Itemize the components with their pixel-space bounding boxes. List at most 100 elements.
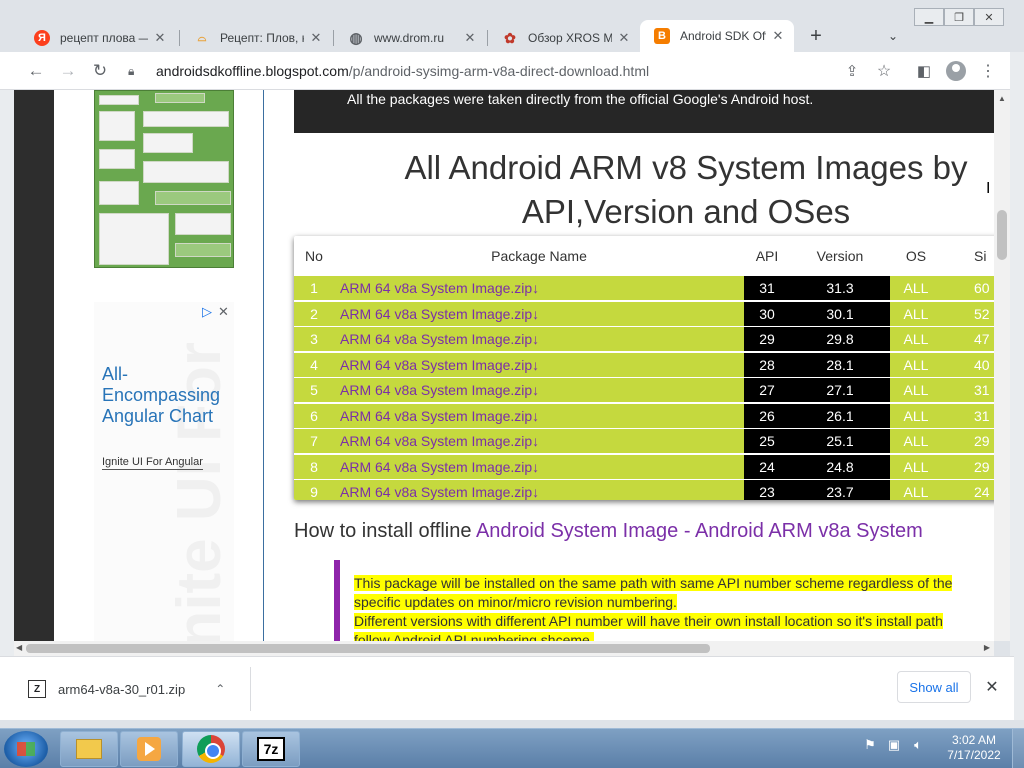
note-line: follow Android API numbering shceme. (354, 632, 594, 641)
scroll-left-icon[interactable]: ◀ (16, 643, 22, 652)
back-icon[interactable]: ← (24, 59, 48, 83)
taskbar-media-player[interactable] (120, 731, 178, 767)
reload-icon[interactable]: ↻ (88, 59, 112, 83)
action-center-icon[interactable]: ⚑ (862, 737, 878, 753)
scroll-right-icon[interactable]: ▶ (984, 643, 990, 652)
row-version: 31.3 (790, 276, 890, 300)
row-os: ALL (903, 305, 929, 322)
row-number: 3 (310, 331, 318, 347)
tab-title: Рецепт: Плов, ко (220, 31, 304, 45)
share-icon[interactable]: ⇪ (840, 59, 864, 83)
clock[interactable]: 3:02 AM 7/17/2022 (944, 733, 1004, 763)
chevron-up-icon[interactable]: ⌃ (215, 682, 225, 696)
show-desktop-button[interactable] (1012, 729, 1024, 768)
horizontal-scroll-thumb[interactable] (26, 644, 710, 653)
row-api: 23 (744, 480, 790, 500)
taskbar-7zip[interactable]: 7z (242, 731, 300, 767)
vertical-scrollbar[interactable]: ▲ (994, 90, 1010, 641)
row-size: 31 (974, 382, 990, 398)
tab-drom[interactable]: ◍ www.drom.ru ✕ (334, 24, 486, 52)
row-size: 29 (974, 433, 990, 449)
howto-link[interactable]: Android System Image - Android ARM v8a S… (476, 520, 923, 542)
bookmark-star-icon[interactable]: ☆ (872, 59, 896, 83)
tab-title: Android SDK Off (680, 29, 766, 43)
row-os: ALL (903, 280, 929, 296)
package-download-link[interactable]: ARM 64 v8a System Image.zip↓ (334, 352, 744, 377)
note-line: Different versions with different API nu… (354, 613, 943, 629)
package-download-link[interactable]: ARM 64 v8a System Image.zip↓ (334, 327, 744, 351)
tab-yandex[interactable]: Я рецепт плова — ✕ (20, 24, 176, 52)
close-tab-icon[interactable]: ✕ (308, 30, 324, 46)
infographic-thumbnail[interactable] (94, 90, 234, 268)
tab-xros[interactable]: ✿ Обзор XROS MI ✕ (488, 24, 640, 52)
close-shelf-icon[interactable]: ✕ (982, 677, 1002, 697)
row-number: 7 (310, 433, 318, 449)
ad-title[interactable]: All-Encompassing Angular Chart (102, 364, 232, 427)
row-number: 6 (310, 407, 318, 424)
row-os: ALL (903, 356, 929, 373)
ad-link[interactable]: Ignite UI For Angular (102, 456, 203, 470)
table-row: 7 ARM 64 v8a System Image.zip↓ 25 25.1 ALL 29 (294, 429, 994, 453)
side-panel-icon[interactable]: ◧ (912, 59, 936, 83)
notice-banner: All the packages were taken directly fro… (294, 90, 994, 133)
horizontal-scrollbar[interactable]: ◀ ▶ (14, 641, 994, 656)
start-button[interactable] (4, 731, 48, 767)
address-bar[interactable]: 🔒︎ androidsdkoffline.blogspot.com/p/andr… (120, 56, 908, 86)
row-os: ALL (903, 484, 929, 500)
row-api: 29 (744, 327, 790, 351)
header-no: No (305, 248, 323, 264)
package-download-link[interactable]: ARM 64 v8a System Image.zip↓ (334, 301, 744, 326)
row-size: 31 (974, 407, 990, 424)
package-download-link[interactable]: ARM 64 v8a System Image.zip↓ (334, 480, 744, 500)
notice-text: All the packages were taken directly fro… (347, 91, 814, 107)
vertical-scroll-thumb[interactable] (997, 210, 1007, 260)
tab-recipe[interactable]: ⌓ Рецепт: Плов, ко ✕ (180, 24, 332, 52)
menu-icon[interactable]: ⋮ (976, 59, 1000, 83)
taskbar-explorer[interactable] (60, 731, 118, 767)
lock-icon[interactable]: 🔒︎ (128, 64, 144, 79)
volume-icon[interactable]: 🔈︎ (910, 737, 926, 753)
row-api: 24 (744, 454, 790, 479)
row-size: 47 (974, 331, 990, 347)
close-tab-icon[interactable]: ✕ (770, 28, 786, 44)
tab-title: Обзор XROS MI (528, 31, 612, 45)
close-tab-icon[interactable]: ✕ (616, 30, 632, 46)
download-filename[interactable]: arm64-v8a-30_r01.zip (58, 682, 185, 697)
forward-icon[interactable]: → (56, 59, 80, 83)
package-download-link[interactable]: ARM 64 v8a System Image.zip↓ (334, 276, 744, 300)
profile-avatar[interactable] (946, 61, 966, 81)
package-download-link[interactable]: ARM 64 v8a System Image.zip↓ (334, 403, 744, 428)
row-number: 8 (310, 458, 318, 475)
restore-window-button[interactable]: ❐ (944, 8, 974, 26)
xros-icon: ✿ (504, 29, 516, 46)
package-download-link[interactable]: ARM 64 v8a System Image.zip↓ (334, 429, 744, 453)
table-row: 4 ARM 64 v8a System Image.zip↓ 28 28.1 ALL 40 (294, 352, 994, 377)
ad-choices-icon[interactable]: ▷ ✕ (202, 304, 229, 320)
browser-toolbar: ← → ↻ 🔒︎ androidsdkoffline.blogspot.com/… (0, 52, 1014, 90)
show-all-button[interactable]: Show all (897, 671, 971, 703)
package-download-link[interactable]: ARM 64 v8a System Image.zip↓ (334, 454, 744, 479)
minimize-window-button[interactable]: ▁ (914, 8, 944, 26)
new-tab-button[interactable]: + (804, 24, 828, 48)
taskbar-chrome[interactable] (182, 731, 240, 767)
download-item[interactable]: Z arm64-v8a-30_r01.zip ⌃ (28, 669, 250, 709)
row-size: 24 (974, 484, 990, 500)
tab-android-sdk[interactable]: B Android SDK Off ✕ (640, 20, 794, 52)
row-number: 9 (310, 484, 318, 500)
row-api: 28 (744, 352, 790, 377)
close-ad-icon[interactable]: ✕ (218, 304, 229, 319)
clock-date: 7/17/2022 (947, 748, 1001, 762)
row-number: 4 (310, 356, 318, 373)
close-window-button[interactable]: ✕ (974, 8, 1004, 26)
scroll-up-icon[interactable]: ▲ (998, 94, 1006, 103)
close-tab-icon[interactable]: ✕ (152, 30, 168, 46)
url-text[interactable]: androidsdkoffline.blogspot.com/p/android… (156, 63, 649, 79)
tab-search-icon[interactable]: ⌄ (882, 26, 904, 46)
table-row: 2 ARM 64 v8a System Image.zip↓ 30 30.1 ALL 52 (294, 301, 994, 326)
network-icon[interactable]: ▣ (886, 737, 902, 753)
close-tab-icon[interactable]: ✕ (462, 30, 478, 46)
chrome-icon (197, 735, 225, 763)
sidebar-ad[interactable]: Ignite UI For ▷ ✕ All-Encompassing Angula… (94, 302, 234, 641)
package-download-link[interactable]: ARM 64 v8a System Image.zip↓ (334, 378, 744, 402)
row-os: ALL (903, 458, 929, 475)
